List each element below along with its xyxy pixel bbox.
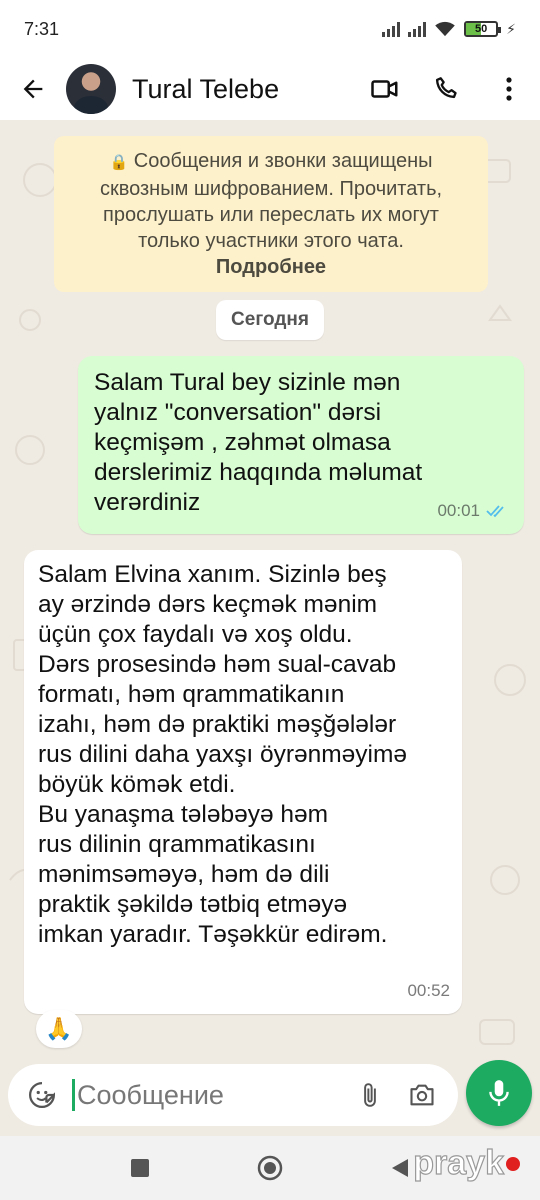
date-chip: Сегодня (216, 300, 324, 340)
emoji-button[interactable] (22, 1075, 62, 1115)
watermark-logo: prayk (413, 1143, 520, 1183)
wifi-icon (435, 21, 455, 37)
more-options-button[interactable] (478, 58, 540, 120)
lock-icon: 🔒 (109, 154, 129, 171)
mic-icon (489, 1080, 509, 1106)
attach-icon (364, 1083, 376, 1107)
text-cursor (72, 1079, 75, 1111)
chat-header: Tural Telebe (0, 58, 540, 120)
recents-button[interactable] (120, 1148, 160, 1188)
recents-icon (131, 1159, 149, 1177)
back-arrow-icon (23, 79, 43, 99)
more-vertical-icon (506, 77, 512, 101)
emoji-icon (29, 1082, 56, 1108)
status-time: 7:31 (24, 18, 60, 39)
learn-more-link[interactable]: Подробнее (72, 254, 470, 280)
message-meta: 00:01 (437, 496, 508, 526)
home-button[interactable] (250, 1148, 290, 1188)
message-time: 00:52 (407, 981, 450, 1000)
attach-button[interactable] (344, 1069, 396, 1121)
phone-icon (435, 77, 457, 99)
encryption-notice-text: Сообщения и звонки защищены сквозным шиф… (99, 150, 443, 252)
battery-icon: 50 (464, 21, 502, 37)
read-receipt-icon (486, 505, 504, 518)
contact-name[interactable]: Tural Telebe (132, 74, 279, 105)
back-button[interactable] (0, 58, 66, 120)
message-text: Salam Elvina xanım. Sizinlə beş ay ərzin… (38, 561, 408, 948)
voice-message-button[interactable] (466, 1060, 532, 1126)
camera-button[interactable] (396, 1069, 448, 1121)
camera-icon (410, 1084, 434, 1106)
outgoing-message[interactable]: Salam Tural bey sizinle mən yalnız "conv… (78, 356, 524, 534)
video-call-icon (371, 80, 398, 98)
message-composer (8, 1064, 458, 1126)
signal-icon (382, 21, 401, 37)
system-nav-bar: prayk (0, 1136, 540, 1200)
message-reaction[interactable]: 🙏 (36, 1010, 82, 1048)
voice-call-button[interactable] (416, 58, 478, 120)
message-time: 00:01 (437, 501, 480, 520)
watermark-dot (506, 1156, 520, 1171)
video-call-button[interactable] (354, 58, 416, 120)
charging-icon: ⚡ (506, 20, 516, 37)
status-icons: 50 ⚡ (382, 21, 516, 38)
avatar[interactable] (66, 64, 116, 114)
home-icon (257, 1155, 283, 1181)
incoming-message[interactable]: Salam Elvina xanım. Sizinlə beş ay ərzin… (24, 550, 462, 1014)
message-input[interactable] (77, 1079, 327, 1111)
chat-area[interactable]: 🔒 Сообщения и звонки защищены сквозным ш… (0, 120, 540, 1136)
battery-level: 50 (475, 23, 488, 35)
back-icon (392, 1159, 408, 1177)
encryption-notice[interactable]: 🔒 Сообщения и звонки защищены сквозным ш… (54, 136, 488, 292)
status-bar: 7:31 50 ⚡ (0, 0, 540, 58)
watermark-text: prayk (413, 1143, 505, 1182)
signal-icon (408, 21, 427, 37)
